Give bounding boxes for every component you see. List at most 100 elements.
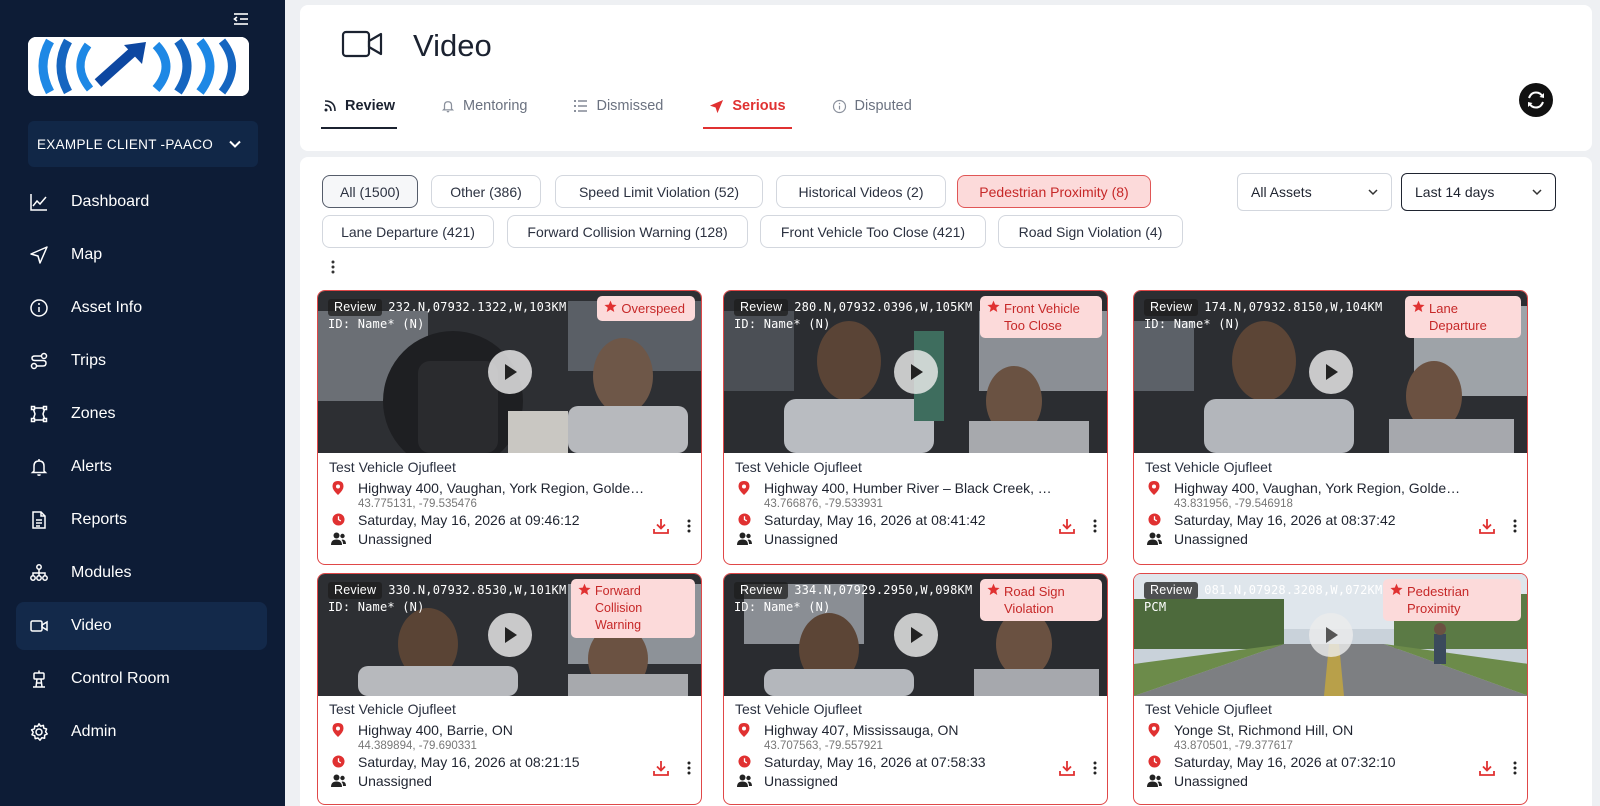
sidebar-item-control-room[interactable]: Control Room: [16, 655, 267, 703]
play-button[interactable]: [487, 613, 532, 657]
event-type: Overspeed: [621, 301, 685, 316]
event-coordinates: 44.389894, -79.690331: [358, 740, 477, 752]
sidebar-item-admin[interactable]: Admin: [16, 708, 267, 756]
video-thumbnail[interactable]: Review 330.N,07932.8530,W,101KM ID: Name*…: [318, 574, 701, 696]
event-type-cont: Too Close: [1004, 318, 1062, 333]
sidebar-item-label: Asset Info: [71, 299, 143, 316]
filter-chip-other[interactable]: Other (386): [431, 175, 541, 208]
video-thumbnail[interactable]: Review 334.N,07929.2950,W,098KM ID: Name*…: [724, 574, 1107, 696]
gps-readout: 232.N,07932.1322,W,103KM: [388, 300, 567, 314]
play-button[interactable]: [487, 350, 532, 394]
video-card[interactable]: Review 330.N,07932.8530,W,101KM ID: Name*…: [317, 573, 702, 805]
filter-chip-lane-departure[interactable]: Lane Departure (421): [322, 215, 494, 248]
driver-id: ID: Name* (N): [328, 600, 425, 614]
event-address: Highway 400, Vaughan, York Region, Golde…: [358, 480, 648, 496]
download-icon[interactable]: [653, 760, 669, 781]
filter-chip-speed-limit-violation[interactable]: Speed Limit Violation (52): [555, 175, 763, 208]
review-label[interactable]: Review: [328, 299, 383, 316]
more-options-icon[interactable]: [1093, 519, 1097, 538]
star-icon: [987, 300, 1000, 313]
event-badge: Forward Collision Warning: [571, 579, 695, 638]
star-icon: [604, 300, 617, 313]
event-coordinates: 43.766876, -79.533931: [764, 498, 883, 510]
more-options-icon[interactable]: [1093, 761, 1097, 780]
chip-label: All (1500): [340, 183, 400, 200]
more-options-icon[interactable]: [1513, 519, 1517, 538]
play-button[interactable]: [893, 350, 938, 394]
filter-chip-pedestrian-proximity[interactable]: Pedestrian Proximity (8): [957, 175, 1151, 208]
video-card[interactable]: Review 081.N,07928.3208,W,072KM PCM Pedes…: [1133, 573, 1528, 805]
video-overlay: Review 330.N,07932.8530,W,101KM ID: Name*…: [328, 582, 566, 616]
download-icon[interactable]: [1479, 518, 1495, 539]
client-selector[interactable]: EXAMPLE CLIENT -PAACO: [28, 121, 258, 167]
client-name: EXAMPLE CLIENT -PAACO: [37, 136, 214, 152]
video-thumbnail[interactable]: Review 232.N,07932.1322,W,103KM ID: Name*…: [318, 291, 701, 453]
more-options-icon[interactable]: [330, 259, 336, 280]
event-address: Yonge St, Richmond Hill, ON: [1174, 722, 1354, 738]
assignee: Unassigned: [358, 531, 432, 547]
event-address: Highway 400, Humber River – Black Creek,…: [764, 480, 1054, 496]
filter-chip-all[interactable]: All (1500): [322, 175, 418, 208]
download-icon[interactable]: [1059, 760, 1075, 781]
event-datetime: Saturday, May 16, 2026 at 07:32:10: [1174, 754, 1396, 770]
filter-chip-forward-collision-warning[interactable]: Forward Collision Warning (128): [507, 215, 748, 248]
gear-icon: [29, 722, 49, 742]
tab-mentoring[interactable]: Mentoring: [439, 83, 529, 129]
driver-id: ID: Name* (N): [1144, 317, 1241, 331]
sidebar-item-zones[interactable]: Zones: [16, 390, 267, 438]
play-button[interactable]: [1308, 613, 1353, 657]
review-label[interactable]: Review: [1144, 582, 1199, 599]
tab-serious[interactable]: Serious: [703, 83, 792, 129]
filter-chip-road-sign-violation[interactable]: Road Sign Violation (4): [998, 215, 1183, 248]
filter-chip-front-vehicle-too-close[interactable]: Front Vehicle Too Close (421): [760, 215, 986, 248]
gps-readout: 334.N,07929.2950,W,098KM: [794, 583, 973, 597]
video-card[interactable]: Review 334.N,07929.2950,W,098KM ID: Name*…: [723, 573, 1108, 805]
sidebar-item-alerts[interactable]: Alerts: [16, 443, 267, 491]
video-thumbnail[interactable]: Review 280.N,07932.0396,W,105KM ID: Name*…: [724, 291, 1107, 453]
play-button[interactable]: [1308, 350, 1353, 394]
video-thumbnail[interactable]: Review 081.N,07928.3208,W,072KM PCM Pedes…: [1134, 574, 1527, 696]
download-icon[interactable]: [653, 518, 669, 539]
sidebar-item-reports[interactable]: Reports: [16, 496, 267, 544]
refresh-icon: [1528, 91, 1544, 109]
collapse-sidebar-icon[interactable]: [232, 10, 252, 30]
play-icon: [1325, 627, 1338, 643]
date-range-select[interactable]: Last 14 days: [1401, 173, 1556, 211]
sidebar-item-asset-info[interactable]: Asset Info: [16, 284, 267, 332]
sidebar-item-modules[interactable]: Modules: [16, 549, 267, 597]
event-badge: Front Vehicle Too Close: [980, 296, 1102, 338]
review-label[interactable]: Review: [734, 582, 789, 599]
more-options-icon[interactable]: [687, 519, 691, 538]
sidebar-item-label: Zones: [71, 405, 116, 422]
sidebar-item-dashboard[interactable]: Dashboard: [16, 178, 267, 226]
event-type: Forward: [595, 584, 641, 598]
more-options-icon[interactable]: [1513, 761, 1517, 780]
sidebar-item-map[interactable]: Map: [16, 231, 267, 279]
refresh-button[interactable]: [1519, 83, 1553, 117]
video-overlay: Review 081.N,07928.3208,W,072KM PCM: [1144, 582, 1382, 616]
tab-review[interactable]: Review: [321, 83, 397, 129]
event-address: Highway 407, Mississauga, ON: [764, 722, 959, 738]
video-card[interactable]: Review 232.N,07932.1322,W,103KM ID: Name*…: [317, 290, 702, 565]
download-icon[interactable]: [1059, 518, 1075, 539]
more-options-icon[interactable]: [687, 761, 691, 780]
tab-disputed[interactable]: Disputed: [830, 83, 914, 129]
review-label[interactable]: Review: [328, 582, 383, 599]
event-datetime: Saturday, May 16, 2026 at 09:46:12: [358, 512, 580, 528]
play-button[interactable]: [893, 613, 938, 657]
sidebar-item-trips[interactable]: Trips: [16, 337, 267, 385]
assets-select[interactable]: All Assets: [1237, 173, 1392, 211]
event-datetime: Saturday, May 16, 2026 at 08:37:42: [1174, 512, 1396, 528]
sidebar-item-video[interactable]: Video: [16, 602, 267, 650]
video-card[interactable]: Review 280.N,07932.0396,W,105KM ID: Name*…: [723, 290, 1108, 565]
tab-dismissed[interactable]: Dismissed: [571, 83, 665, 129]
review-label[interactable]: Review: [734, 299, 789, 316]
video-card[interactable]: Review 174.N,07932.8150,W,104KM ID: Name*…: [1133, 290, 1528, 565]
event-address: Highway 400, Vaughan, York Region, Golde…: [1174, 480, 1464, 496]
download-icon[interactable]: [1479, 760, 1495, 781]
filter-chip-historical-videos[interactable]: Historical Videos (2): [776, 175, 946, 208]
video-thumbnail[interactable]: Review 174.N,07932.8150,W,104KM ID: Name*…: [1134, 291, 1527, 453]
review-label[interactable]: Review: [1144, 299, 1199, 316]
gps-readout: 081.N,07928.3208,W,072KM: [1204, 583, 1383, 597]
driver-id: ID: Name* (N): [734, 600, 831, 614]
